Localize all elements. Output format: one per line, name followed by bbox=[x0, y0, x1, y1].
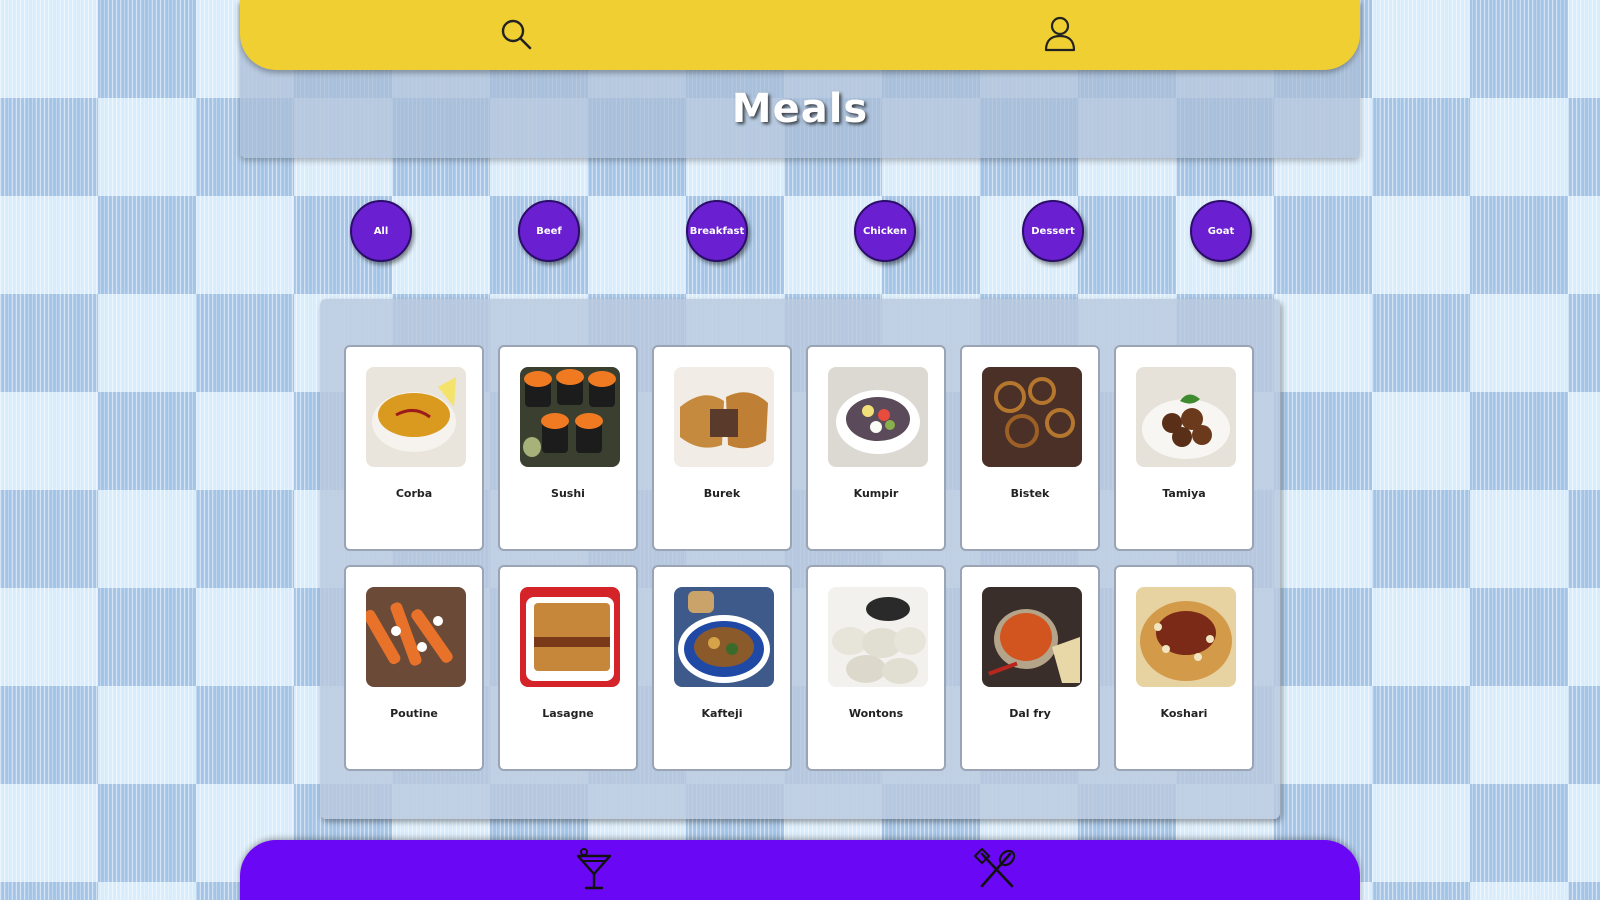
meal-card-poutine[interactable]: Poutine bbox=[344, 565, 484, 771]
meal-name: Burek bbox=[703, 487, 741, 500]
filter-breakfast-button[interactable]: Breakfast bbox=[686, 200, 748, 262]
search-icon[interactable] bbox=[496, 14, 536, 54]
meal-image-bistek bbox=[982, 367, 1082, 467]
meal-name: Lasagne bbox=[542, 707, 594, 720]
meal-card-corba[interactable]: Corba bbox=[344, 345, 484, 551]
meal-name: Kumpir bbox=[853, 487, 899, 500]
meal-name: Dal fry bbox=[1009, 707, 1051, 720]
meal-card-bistek[interactable]: Bistek bbox=[960, 345, 1100, 551]
meal-image-sushi bbox=[520, 367, 620, 467]
meal-name: Corba bbox=[395, 487, 433, 500]
meal-name: Sushi bbox=[551, 487, 585, 500]
meal-image-wontons bbox=[828, 587, 928, 687]
meal-image-poutine bbox=[366, 587, 466, 687]
meal-image-corba bbox=[366, 367, 466, 467]
meal-image-dal-fry bbox=[982, 587, 1082, 687]
meal-name: Bistek bbox=[1010, 487, 1050, 500]
page-title: Meals bbox=[731, 86, 869, 132]
filter-goat-button[interactable]: Goat bbox=[1190, 200, 1252, 262]
filter-chicken-button[interactable]: Chicken bbox=[854, 200, 916, 262]
filter-dessert-button[interactable]: Dessert bbox=[1022, 200, 1084, 262]
meal-image-kafteji bbox=[674, 587, 774, 687]
meal-image-lasagne bbox=[520, 587, 620, 687]
meal-card-burek[interactable]: Burek bbox=[652, 345, 792, 551]
filter-all-button[interactable]: All bbox=[350, 200, 412, 262]
meal-card-kumpir[interactable]: Kumpir bbox=[806, 345, 946, 551]
meal-image-kumpir bbox=[828, 367, 928, 467]
meal-card-koshari[interactable]: Koshari bbox=[1114, 565, 1254, 771]
meal-card-lasagne[interactable]: Lasagne bbox=[498, 565, 638, 771]
meal-card-dal-fry[interactable]: Dal fry bbox=[960, 565, 1100, 771]
meal-image-tamiya bbox=[1136, 367, 1236, 467]
utensils-icon[interactable] bbox=[974, 848, 1018, 892]
filter-beef-button[interactable]: Beef bbox=[518, 200, 580, 262]
bottom-nav-bar bbox=[240, 840, 1360, 900]
cocktail-icon[interactable] bbox=[572, 848, 616, 892]
meal-name: Wontons bbox=[848, 707, 904, 720]
meal-name: Kafteji bbox=[701, 707, 743, 720]
meal-card-wontons[interactable]: Wontons bbox=[806, 565, 946, 771]
meals-grid: Corba Sushi Burek Kumpir Bistek Tamiya P… bbox=[320, 299, 1280, 819]
meal-card-sushi[interactable]: Sushi bbox=[498, 345, 638, 551]
meal-image-burek bbox=[674, 367, 774, 467]
meal-card-tamiya[interactable]: Tamiya bbox=[1114, 345, 1254, 551]
meal-name: Poutine bbox=[390, 707, 438, 720]
top-nav-bar bbox=[240, 0, 1360, 70]
user-icon[interactable] bbox=[1040, 14, 1080, 54]
meal-name: Tamiya bbox=[1162, 487, 1206, 500]
meal-card-kafteji[interactable]: Kafteji bbox=[652, 565, 792, 771]
meal-image-koshari bbox=[1136, 587, 1236, 687]
category-filters: All Beef Breakfast Chicken Dessert Goat bbox=[0, 200, 1600, 262]
meal-name: Koshari bbox=[1160, 707, 1208, 720]
